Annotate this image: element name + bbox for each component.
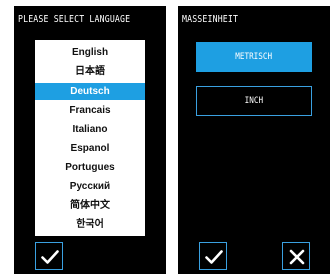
unit-panel-title: MASSEINHEIT: [182, 14, 239, 25]
unit-option-metric-label: METRISCH: [235, 52, 273, 62]
language-confirm-button[interactable]: [35, 242, 63, 270]
unit-option-inch-button[interactable]: INCH: [196, 86, 312, 116]
unit-option-inch-label: INCH: [244, 96, 264, 106]
unit-cancel-button[interactable]: [282, 242, 310, 270]
unit-confirm-button[interactable]: [199, 242, 227, 270]
unit-panel: MASSEINHEIT METRISCH INCH: [178, 6, 330, 274]
language-item-portugues[interactable]: Portugues: [35, 159, 145, 176]
language-item-japanese[interactable]: 日本語: [35, 63, 145, 80]
language-item-english[interactable]: English: [35, 44, 145, 61]
language-panel-title: PLEASE SELECT LANGUAGE: [18, 14, 131, 25]
language-item-russian[interactable]: Русский: [35, 178, 145, 195]
language-item-italiano[interactable]: Italiano: [35, 121, 145, 138]
language-item-chinese[interactable]: 简体中文: [35, 197, 145, 214]
language-item-francais[interactable]: Francais: [35, 102, 145, 119]
close-icon: [289, 249, 305, 265]
language-item-espanol[interactable]: Espanol: [35, 140, 145, 157]
language-item-korean[interactable]: 한국어: [35, 216, 145, 233]
checkmark-icon: [41, 250, 59, 264]
unit-option-metric-button[interactable]: METRISCH: [196, 42, 312, 72]
language-list: English 日本語 Deutsch Francais Italiano Es…: [35, 40, 145, 236]
language-item-deutsch[interactable]: Deutsch: [35, 83, 145, 100]
checkmark-icon: [205, 250, 223, 264]
language-panel: PLEASE SELECT LANGUAGE English 日本語 Deuts…: [14, 6, 166, 274]
